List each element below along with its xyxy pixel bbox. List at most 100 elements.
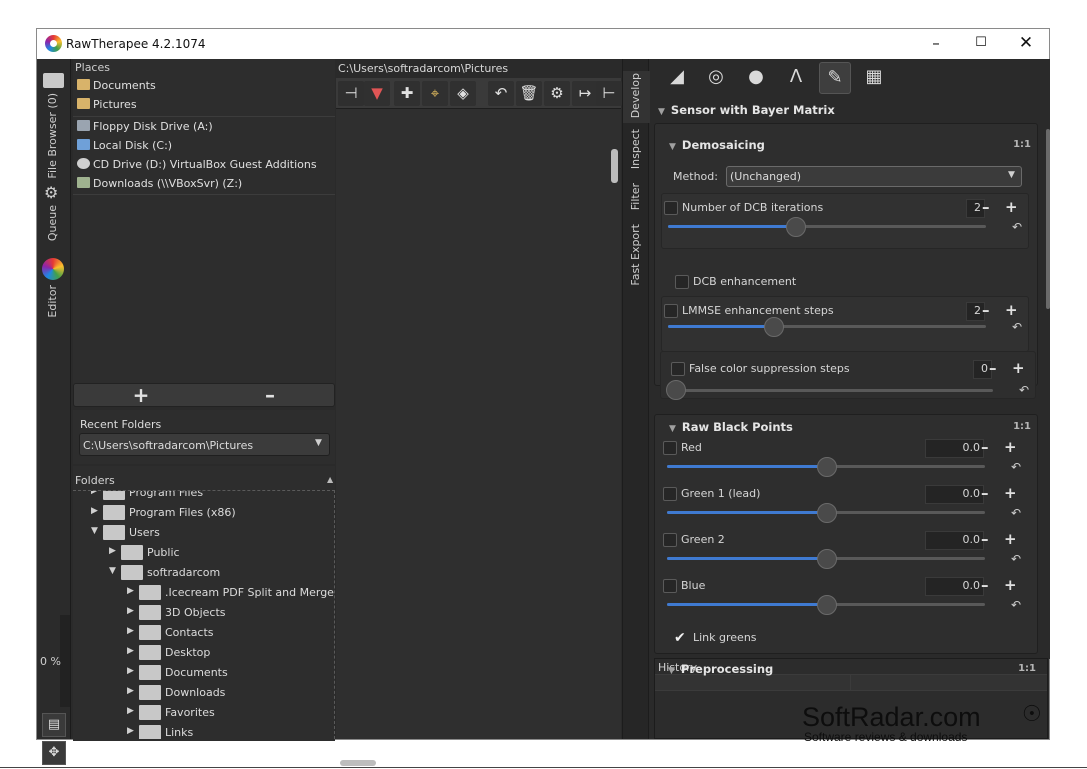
black-point-increment-button[interactable]: + bbox=[1004, 485, 1017, 502]
chevron-right-icon[interactable]: ▶ bbox=[127, 646, 134, 656]
filter-icon[interactable]: ▼ bbox=[364, 81, 390, 106]
folder-tree-item[interactable]: ▶ .Icecream PDF Split and Merge bbox=[73, 583, 334, 603]
chevron-right-icon[interactable]: ▶ bbox=[91, 491, 98, 496]
folder-tree-item[interactable]: ▶ Program Files (x86) bbox=[73, 503, 333, 523]
close-button[interactable]: ✕ bbox=[1003, 29, 1049, 59]
remove-place-button[interactable]: – bbox=[258, 384, 282, 406]
folder-tree-item[interactable]: ▶ 3D Objects bbox=[73, 603, 333, 623]
chevron-right-icon[interactable]: ▶ bbox=[127, 726, 134, 736]
one-to-one-icon[interactable]: 1:1 bbox=[1013, 139, 1031, 150]
tab-editor[interactable]: Editor bbox=[46, 285, 59, 318]
black-point-checkbox[interactable] bbox=[663, 533, 677, 547]
tab-filter[interactable]: Filter bbox=[629, 183, 642, 210]
false-color-checkbox[interactable] bbox=[671, 362, 685, 376]
black-point-checkbox[interactable] bbox=[663, 579, 677, 593]
lmmse-increment-button[interactable]: + bbox=[1005, 302, 1018, 319]
minimize-button[interactable]: – bbox=[913, 29, 959, 59]
tab-queue[interactable]: Queue bbox=[46, 205, 59, 241]
lmmse-slider-knob[interactable] bbox=[763, 317, 784, 337]
false-color-decrement-button[interactable]: – bbox=[989, 360, 997, 377]
black-point-slider-knob[interactable] bbox=[817, 595, 837, 615]
drive-floppy[interactable]: Floppy Disk Drive (A:) bbox=[77, 118, 213, 136]
collapse-right-icon[interactable]: ⊢ bbox=[596, 81, 622, 106]
black-point-increment-button[interactable]: + bbox=[1004, 577, 1017, 594]
tab-develop[interactable]: Develop bbox=[629, 73, 642, 118]
link-greens-check-icon[interactable]: ✔ bbox=[674, 631, 688, 645]
black-point-decrement-button[interactable]: – bbox=[981, 485, 989, 502]
tab-inspect[interactable]: Inspect bbox=[629, 129, 642, 169]
filmstrip-toggle-icon[interactable]: ▤ bbox=[42, 713, 66, 737]
black-point-checkbox[interactable] bbox=[663, 487, 677, 501]
lmmse-checkbox[interactable] bbox=[664, 304, 678, 318]
black-point-value[interactable]: 0.0 bbox=[925, 485, 984, 504]
dcb-enhancement-checkbox[interactable] bbox=[675, 275, 689, 289]
dcb-iterations-checkbox[interactable] bbox=[664, 201, 678, 215]
reset-icon[interactable]: ↶ bbox=[1011, 460, 1021, 474]
folder-tree-item[interactable]: ▶ Public bbox=[73, 543, 333, 563]
black-point-decrement-button[interactable]: – bbox=[981, 531, 989, 548]
black-point-value[interactable]: 0.0 bbox=[925, 439, 984, 458]
folder-tree-item[interactable]: ▼ Users bbox=[73, 523, 333, 543]
raw-black-points-header[interactable]: ▼ Raw Black Points bbox=[669, 420, 793, 434]
black-point-increment-button[interactable]: + bbox=[1004, 531, 1017, 548]
chevron-right-icon[interactable]: ▶ bbox=[127, 606, 134, 616]
transform-icon[interactable]: ✎ bbox=[819, 62, 851, 94]
black-point-value[interactable]: 0.0 bbox=[925, 577, 984, 596]
folder-tree-item[interactable]: ▶ Documents bbox=[73, 663, 333, 683]
raw-icon[interactable]: ▦ bbox=[859, 62, 889, 92]
trash-icon[interactable]: 🗑 bbox=[516, 81, 542, 106]
chevron-right-icon[interactable]: ▶ bbox=[127, 706, 134, 716]
exposure-icon[interactable]: ◢ bbox=[662, 62, 692, 92]
advanced-icon[interactable]: Λ bbox=[781, 62, 811, 92]
drive-network-z[interactable]: Downloads (\\VBoxSvr) (Z:) bbox=[77, 175, 242, 193]
chevron-right-icon[interactable]: ▶ bbox=[127, 666, 134, 676]
drive-local-c[interactable]: Local Disk (C:) bbox=[77, 137, 172, 155]
collapse-arrow-icon[interactable]: ▲ bbox=[327, 475, 333, 484]
reset-icon[interactable]: ↶ bbox=[1011, 598, 1021, 612]
folder-tree-item[interactable]: ▶ Favorites bbox=[73, 703, 333, 723]
move-panels-icon[interactable]: ✥ bbox=[42, 741, 66, 765]
chevron-right-icon[interactable]: ▶ bbox=[109, 546, 116, 556]
drive-cd-d[interactable]: CD Drive (D:) VirtualBox Guest Additions bbox=[77, 156, 317, 174]
dcb-increment-button[interactable]: + bbox=[1005, 199, 1018, 216]
maximize-button[interactable]: ☐ bbox=[958, 29, 1004, 59]
folder-tree-item[interactable]: ▶ Downloads bbox=[73, 683, 333, 703]
dcb-decrement-button[interactable]: – bbox=[982, 199, 990, 216]
chevron-down-icon[interactable]: ▼ bbox=[91, 526, 98, 536]
tag-icon[interactable]: ◈ bbox=[450, 81, 476, 106]
method-select[interactable]: (Unchanged) ▼ bbox=[726, 166, 1022, 187]
add-place-button[interactable]: + bbox=[129, 384, 153, 406]
black-point-decrement-button[interactable]: – bbox=[981, 577, 989, 594]
crop-icon[interactable]: ⌖ bbox=[422, 81, 448, 106]
chevron-right-icon[interactable]: ▶ bbox=[127, 586, 134, 596]
false-color-slider-knob[interactable] bbox=[666, 380, 686, 400]
tab-fast-export[interactable]: Fast Export bbox=[629, 224, 642, 286]
black-point-slider-knob[interactable] bbox=[817, 457, 837, 477]
reset-icon[interactable]: ↶ bbox=[1011, 506, 1021, 520]
reset-icon[interactable]: ↶ bbox=[1012, 220, 1022, 234]
folder-tree-item[interactable]: ▼ softradarcom bbox=[73, 563, 333, 583]
lmmse-decrement-button[interactable]: – bbox=[982, 302, 990, 319]
section-sensor-bayer[interactable]: ▼ Sensor with Bayer Matrix bbox=[658, 103, 835, 117]
crosshair-icon[interactable]: ✚ bbox=[394, 81, 420, 106]
false-color-increment-button[interactable]: + bbox=[1012, 360, 1025, 377]
recent-folders-select[interactable]: C:\Users\softradarcom\Pictures ▼ bbox=[79, 433, 330, 456]
reset-icon[interactable]: ↶ bbox=[1011, 552, 1021, 566]
folder-tree-item[interactable]: ▶ Contacts bbox=[73, 623, 333, 643]
vertical-scrollbar[interactable] bbox=[611, 149, 618, 183]
folder-tree-item[interactable]: ▶ Links bbox=[73, 723, 333, 739]
undo-edit-icon[interactable]: ↶ bbox=[488, 81, 514, 106]
false-color-slider[interactable] bbox=[675, 389, 993, 392]
process-icon[interactable]: ⚙ bbox=[544, 81, 570, 106]
folder-tree-item[interactable]: ▶ Desktop bbox=[73, 643, 333, 663]
reset-icon[interactable]: ↶ bbox=[1012, 320, 1022, 334]
dcb-slider-knob[interactable] bbox=[786, 217, 807, 237]
place-pictures[interactable]: Pictures bbox=[77, 96, 137, 114]
dcb-slider[interactable] bbox=[668, 225, 986, 228]
black-point-value[interactable]: 0.0 bbox=[925, 531, 984, 550]
export-icon[interactable]: ↦ bbox=[572, 81, 598, 106]
tab-file-browser[interactable]: File Browser (0) bbox=[46, 93, 59, 179]
black-point-slider-knob[interactable] bbox=[817, 503, 837, 523]
demosaicing-header[interactable]: ▼ Demosaicing bbox=[669, 138, 765, 152]
black-point-decrement-button[interactable]: – bbox=[981, 439, 989, 456]
